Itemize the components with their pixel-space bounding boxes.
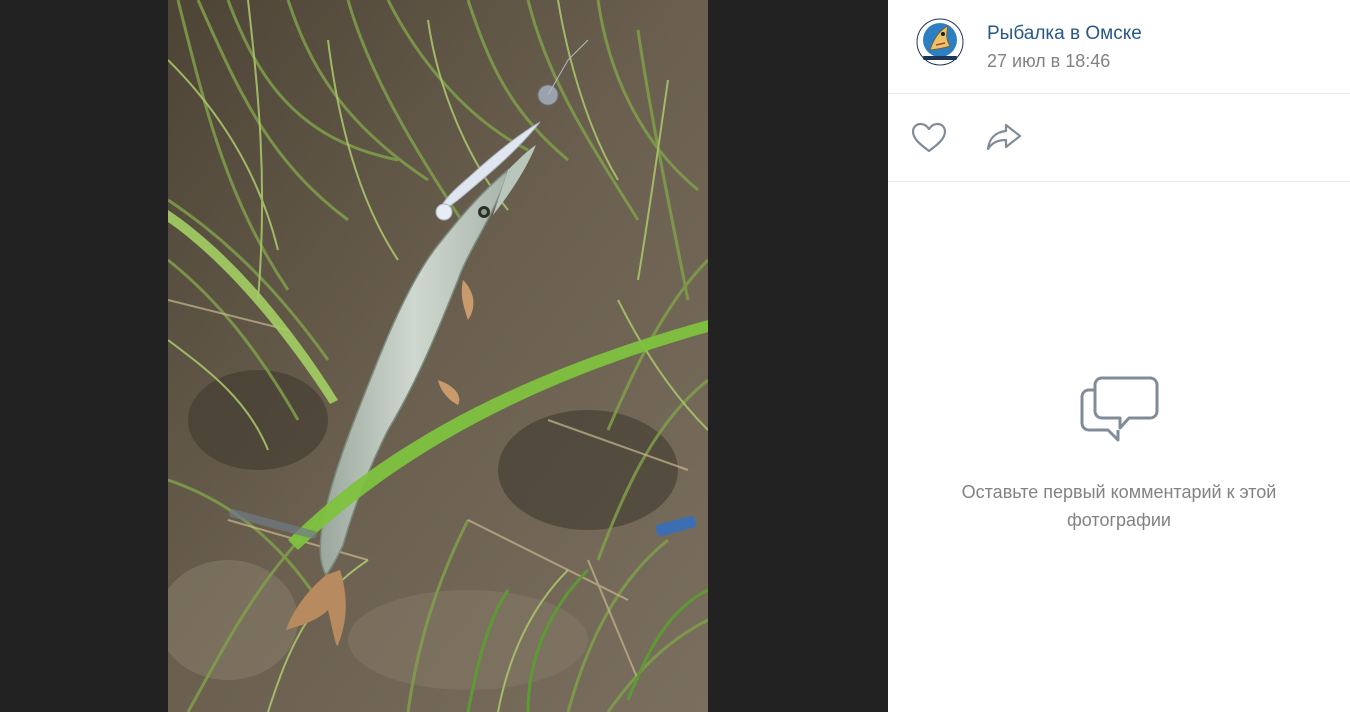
like-button[interactable] xyxy=(909,119,949,159)
post-side-panel: Рыбалка в Омске 27 июл в 18:46 Оставьте … xyxy=(888,0,1350,712)
comment-bubbles-icon xyxy=(1080,370,1160,444)
post-date-link[interactable]: 27 июл в 18:46 xyxy=(987,51,1110,72)
share-arrow-icon xyxy=(986,123,1022,151)
pike-on-grass-photo xyxy=(168,0,708,712)
fish-logo-icon xyxy=(916,18,964,66)
community-name-link[interactable]: Рыбалка в Омске xyxy=(987,23,1142,45)
post-header: Рыбалка в Омске 27 июл в 18:46 xyxy=(888,0,1350,94)
post-photo[interactable] xyxy=(168,0,708,712)
post-actions-bar xyxy=(888,94,1350,182)
community-avatar[interactable] xyxy=(916,18,964,66)
comments-empty-text: Оставьте первый комментарий к этой фотог… xyxy=(961,482,1277,530)
share-button[interactable] xyxy=(984,119,1024,159)
heart-icon xyxy=(911,122,947,153)
comments-empty-state: Оставьте первый комментарий к этой фотог… xyxy=(888,182,1350,712)
photo-viewer xyxy=(0,0,888,712)
